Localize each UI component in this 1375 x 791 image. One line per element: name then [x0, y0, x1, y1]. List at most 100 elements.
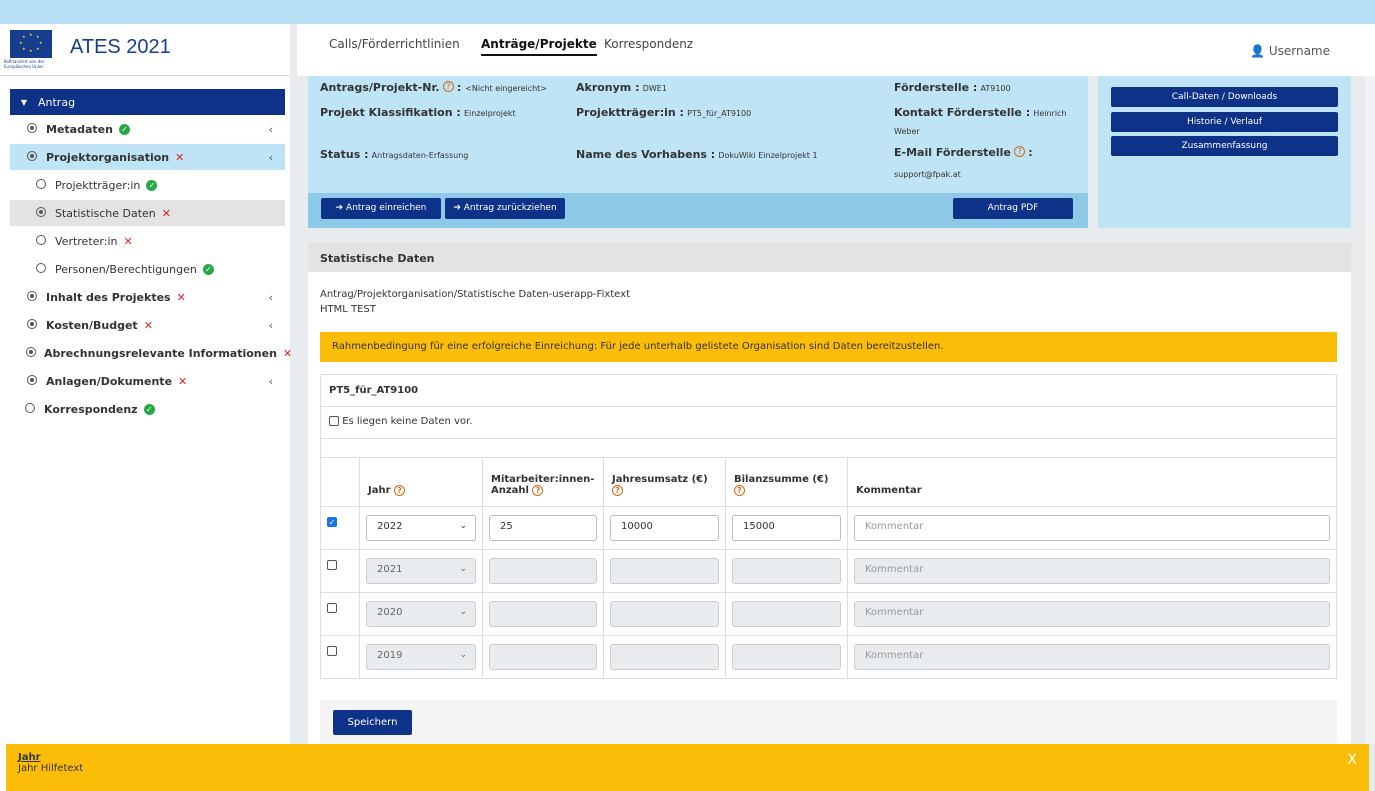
comment-textarea[interactable]: Kommentar	[854, 601, 1330, 627]
employees-input[interactable]: 25	[489, 515, 597, 541]
no-data-checkbox[interactable]	[329, 416, 339, 426]
close-icon[interactable]: X	[1347, 752, 1357, 768]
year-select[interactable]: 2020 ⌄	[366, 601, 476, 627]
sidebar-item-antrag[interactable]: ▼ Antrag	[10, 89, 285, 115]
employees-input[interactable]	[489, 558, 597, 584]
revenue-input[interactable]	[610, 558, 719, 584]
help-icon[interactable]: ?	[612, 485, 623, 496]
sidebar-item-kosten[interactable]: Kosten/Budget ✕ ‹	[10, 312, 285, 338]
info-value: <Nicht eingereicht>	[465, 84, 547, 93]
sidebar-item-projekttraeger[interactable]: Projektträger:in ✓	[10, 172, 285, 198]
chevron-down-icon: ⌄	[459, 650, 467, 660]
radio-dot-icon	[26, 346, 36, 360]
info-akronym: Akronym : DWE1	[576, 81, 667, 94]
radio-icon	[35, 234, 47, 248]
error-x-icon: ✕	[161, 206, 172, 220]
arrow-right-icon: ➔	[453, 203, 461, 213]
chevron-down-icon: ⌄	[459, 521, 467, 531]
summary-button[interactable]: Zusammenfassung	[1111, 136, 1338, 156]
chevron-left-icon: ‹	[268, 290, 273, 304]
info-status: Status : Antragsdaten-Erfassung	[320, 148, 468, 161]
sidebar-item-inhalt[interactable]: Inhalt des Projektes ✕ ‹	[10, 284, 285, 310]
info-label: Antrags/Projekt-Nr.	[320, 81, 440, 94]
comment-textarea[interactable]: Kommentar	[854, 644, 1330, 670]
sidebar-item-label: Korrespondenz	[44, 402, 138, 416]
tab-calls[interactable]: Calls/Förderrichtlinien	[329, 37, 460, 51]
balance-input[interactable]	[732, 558, 841, 584]
sidebar-item-projektorganisation[interactable]: Projektorganisation ✕ ‹	[10, 144, 285, 170]
revenue-input[interactable]: 10000	[610, 515, 719, 541]
save-button[interactable]: Speichern	[333, 710, 412, 735]
row-checkbox[interactable]	[327, 603, 337, 613]
check-icon: ✓	[118, 123, 130, 135]
arrow-right-icon: ➔	[335, 203, 344, 213]
employees-input[interactable]	[489, 644, 597, 670]
path-text: Antrag/Projektorganisation/Statistische …	[320, 289, 630, 300]
sidebar-item-personen[interactable]: Personen/Berechtigungen ✓	[10, 256, 285, 282]
table-row: 2019 ⌄ Kommentar	[320, 635, 1337, 679]
year-select[interactable]: 2019 ⌄	[366, 644, 476, 670]
call-data-button[interactable]: Call-Daten / Downloads	[1111, 87, 1338, 107]
row-checkbox[interactable]: ✓	[327, 517, 337, 527]
revenue-input[interactable]	[610, 601, 719, 627]
info-value: Heinrich	[1033, 109, 1067, 118]
sidebar-item-statistische-daten[interactable]: Statistische Daten ✕	[10, 200, 285, 226]
info-value: PT5_für_AT9100	[687, 109, 752, 118]
year-select[interactable]: 2021 ⌄	[366, 558, 476, 584]
submit-application-button[interactable]: ➔ Antrag einreichen	[321, 198, 441, 219]
withdraw-application-button[interactable]: ➔ Antrag zurückziehen	[445, 198, 565, 219]
info-value: DokuWiki Einzelprojekt 1	[718, 151, 818, 160]
organisation-block: PT5_für_AT9100 Es liegen keine Daten vor…	[320, 374, 1337, 458]
check-icon: ✓	[146, 179, 158, 191]
error-x-icon: ✕	[178, 374, 188, 388]
no-data-option[interactable]: Es liegen keine Daten vor.	[321, 407, 1336, 439]
comment-textarea[interactable]: Kommentar	[854, 515, 1330, 541]
action-bar: ➔ Antrag einreichen ➔ Antrag zurückziehe…	[308, 193, 1088, 228]
sidebar-item-label: Anlagen/Dokumente	[46, 374, 173, 388]
sidebar-item-abrechnung[interactable]: Abrechnungsrelevante Informationen ✕ ‹	[10, 340, 292, 366]
help-icon[interactable]: ?	[532, 485, 544, 496]
sidebar-item-korrespondenz[interactable]: Korrespondenz ✓	[10, 396, 285, 422]
top-strip	[0, 0, 1375, 24]
save-bar: Speichern	[320, 700, 1337, 744]
info-kontakt: Kontakt Förderstelle : Heinrich	[894, 106, 1067, 119]
row-checkbox[interactable]	[327, 560, 337, 570]
employees-input[interactable]	[489, 601, 597, 627]
col-kommentar: Kommentar	[847, 457, 1337, 507]
info-klassifikation: Projekt Klassifikation : Einzelprojekt	[320, 106, 516, 119]
sidebar-item-metadaten[interactable]: Metadaten ✓ ‹	[10, 116, 285, 142]
pdf-button[interactable]: Antrag PDF	[953, 198, 1073, 219]
row-checkbox[interactable]	[327, 646, 337, 656]
balance-input[interactable]	[732, 644, 841, 670]
sidebar-item-label: Personen/Berechtigungen	[55, 262, 197, 276]
help-icon[interactable]: ?	[734, 485, 745, 496]
chevron-left-icon: ‹	[268, 346, 273, 360]
radio-dot-icon	[35, 206, 47, 220]
tab-korrespondenz[interactable]: Korrespondenz	[604, 37, 693, 51]
comment-textarea[interactable]: Kommentar	[854, 558, 1330, 584]
check-icon: ✓	[202, 263, 214, 275]
balance-input[interactable]: 15000	[732, 515, 841, 541]
history-button[interactable]: Historie / Verlauf	[1111, 112, 1338, 132]
radio-dot-icon	[26, 374, 38, 388]
sidebar-item-label: Projektträger:in	[55, 178, 141, 192]
revenue-input[interactable]	[610, 644, 719, 670]
user-menu[interactable]: 👤 Username	[1250, 44, 1330, 58]
radio-dot-icon	[26, 122, 38, 136]
chevron-down-icon: ⌄	[459, 607, 467, 617]
error-x-icon: ✕	[143, 318, 153, 332]
application-info-panel: Antrags/Projekt-Nr. ? : <Nicht eingereic…	[308, 76, 1088, 228]
scrollbar[interactable]	[1365, 76, 1375, 744]
chevron-down-icon: ⌄	[459, 564, 467, 574]
year-select[interactable]: 2022 ⌄	[366, 515, 476, 541]
tab-antraege[interactable]: Anträge/Projekte	[481, 37, 597, 56]
balance-input[interactable]	[732, 601, 841, 627]
sidebar-item-anlagen[interactable]: Anlagen/Dokumente ✕ ‹	[10, 368, 285, 394]
help-icon[interactable]: ?	[394, 485, 406, 496]
help-icon[interactable]: ?	[442, 81, 454, 92]
sidebar-item-label: Vertreter:in	[55, 234, 118, 248]
radio-dot-icon	[26, 290, 38, 304]
sidebar-item-vertreter[interactable]: Vertreter:in ✕	[10, 228, 285, 254]
help-icon[interactable]: ?	[1014, 146, 1026, 157]
info-kontakt-cont: Weber	[894, 126, 920, 137]
